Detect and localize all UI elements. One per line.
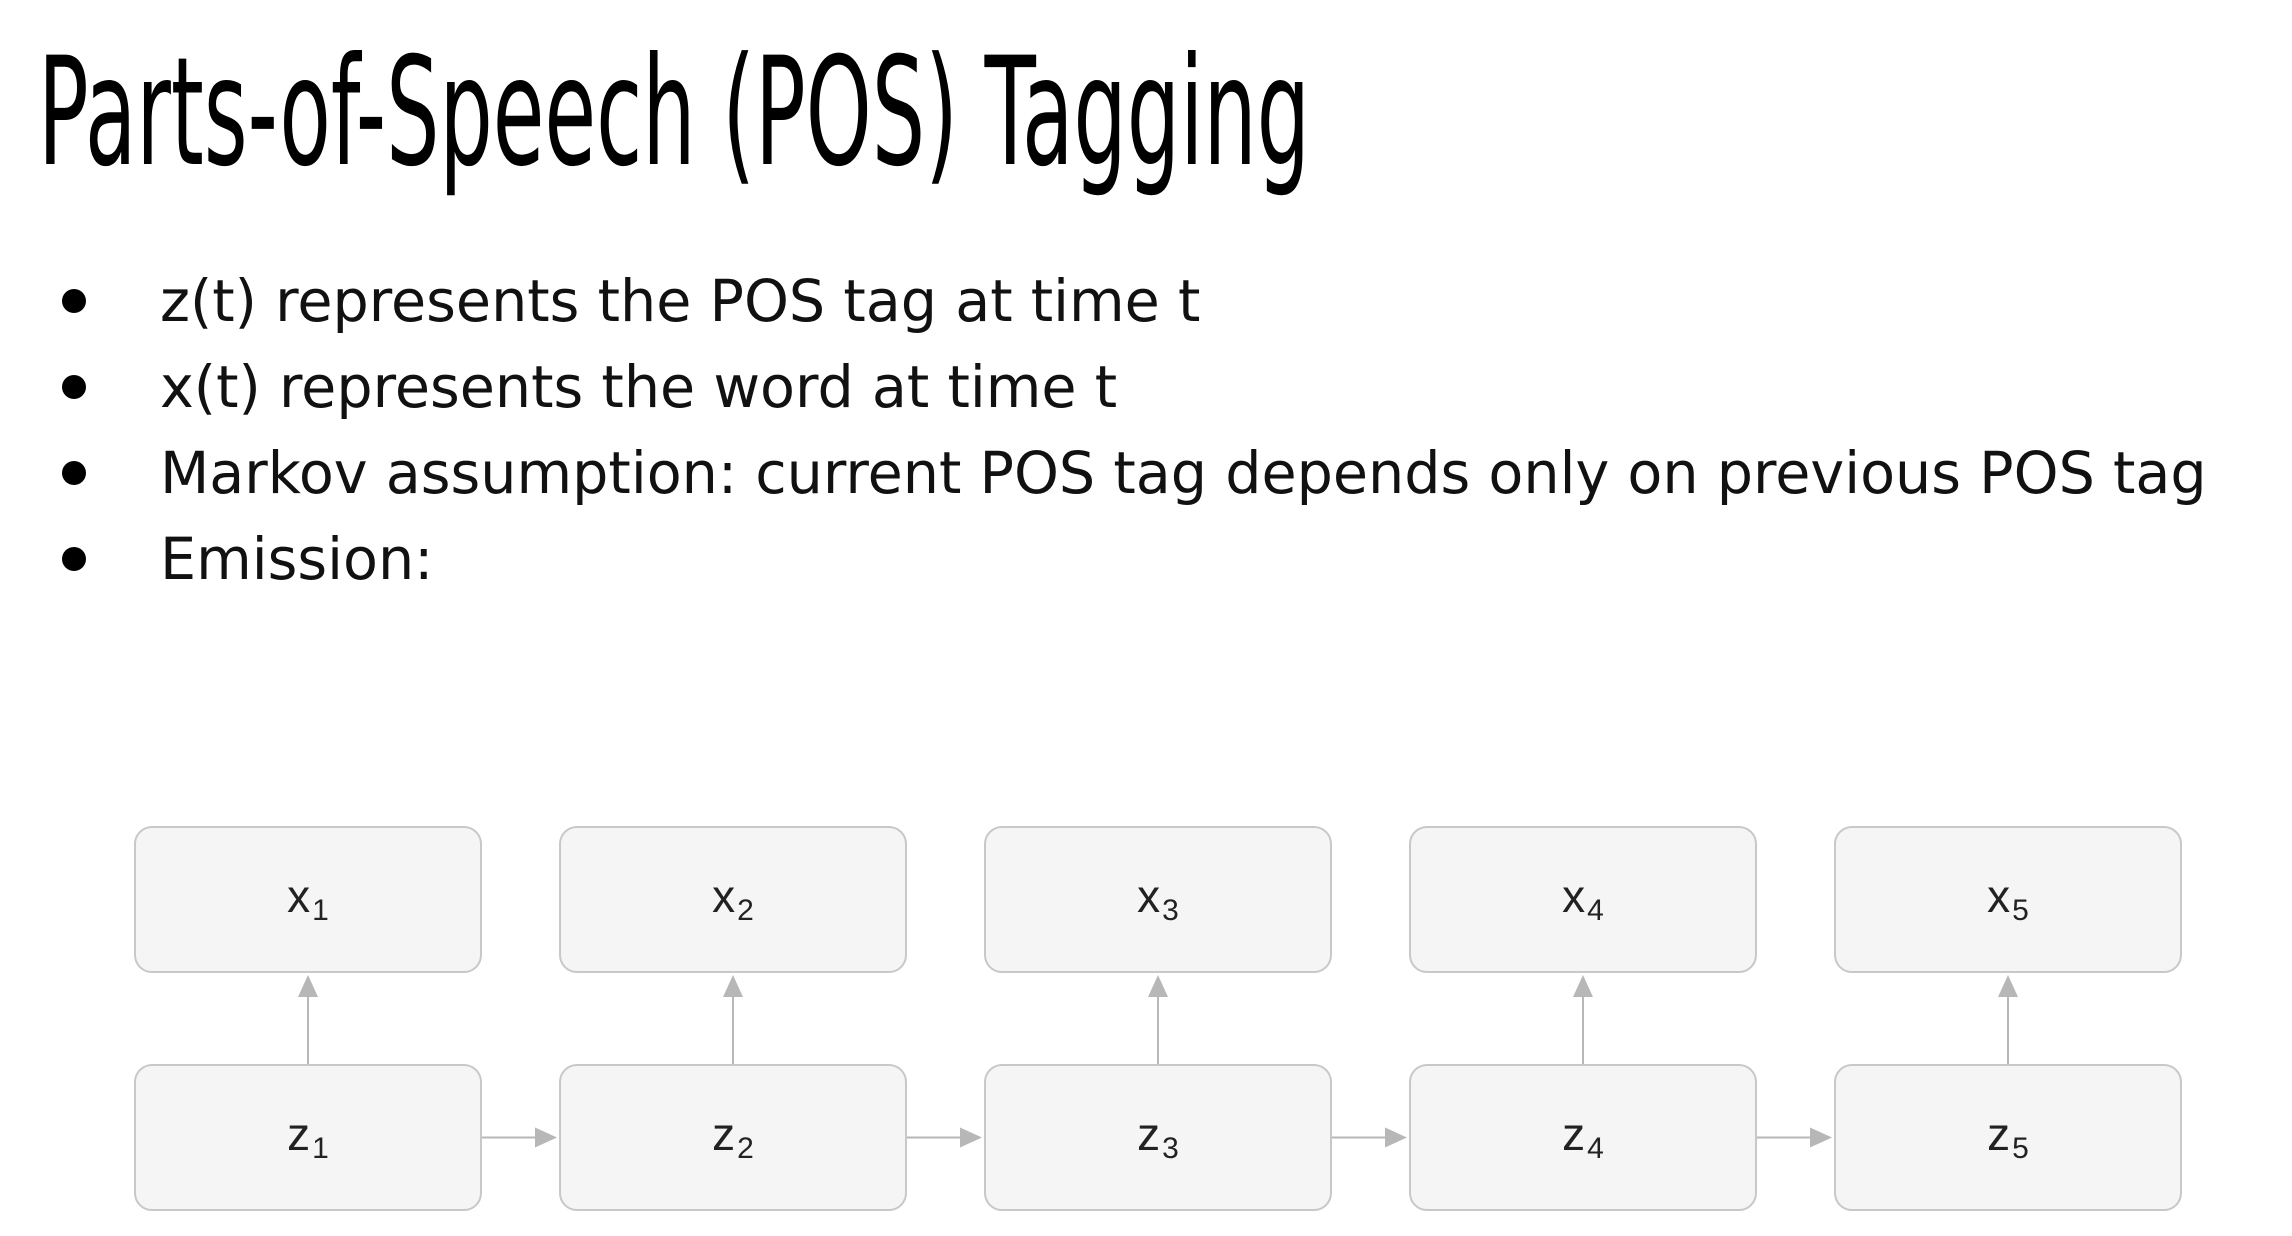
emission-arrowhead-2 [723, 975, 743, 997]
hidden-node-z2: z2 [559, 1064, 907, 1211]
diagram-arrows [298, 975, 2018, 1148]
node-label: x4 [1562, 870, 1604, 927]
observed-node-x3: x3 [984, 826, 1332, 973]
hidden-node-z4: z4 [1409, 1064, 1757, 1211]
observed-node-x5: x5 [1834, 826, 2182, 973]
observed-node-x4: x4 [1409, 826, 1757, 973]
node-label: x3 [1137, 870, 1179, 927]
emission-arrowhead-1 [298, 975, 318, 997]
node-label: z2 [712, 1108, 754, 1165]
hidden-node-z1: z1 [134, 1064, 482, 1211]
node-label: z4 [1562, 1108, 1604, 1165]
emission-arrowhead-3 [1148, 975, 1168, 997]
transition-arrowhead-4 [1810, 1127, 1832, 1148]
observed-node-x2: x2 [559, 826, 907, 973]
node-label: z1 [287, 1108, 329, 1165]
hmm-diagram: x1 x2 x3 x4 x5 z1 z2 z3 z4 z5 [0, 0, 2292, 1236]
observed-node-x1: x1 [134, 826, 482, 973]
emission-arrowhead-4 [1573, 975, 1593, 997]
transition-arrowhead-2 [960, 1127, 982, 1148]
hidden-node-z5: z5 [1834, 1064, 2182, 1211]
transition-arrowhead-3 [1385, 1127, 1407, 1148]
hidden-node-z3: z3 [984, 1064, 1332, 1211]
node-label: x5 [1987, 870, 2029, 927]
node-label: z3 [1137, 1108, 1179, 1165]
node-label: x2 [712, 870, 754, 927]
node-label: z5 [1987, 1108, 2029, 1165]
node-label: x1 [287, 870, 329, 927]
transition-arrowhead-1 [535, 1127, 557, 1148]
emission-arrowhead-5 [1998, 975, 2018, 997]
